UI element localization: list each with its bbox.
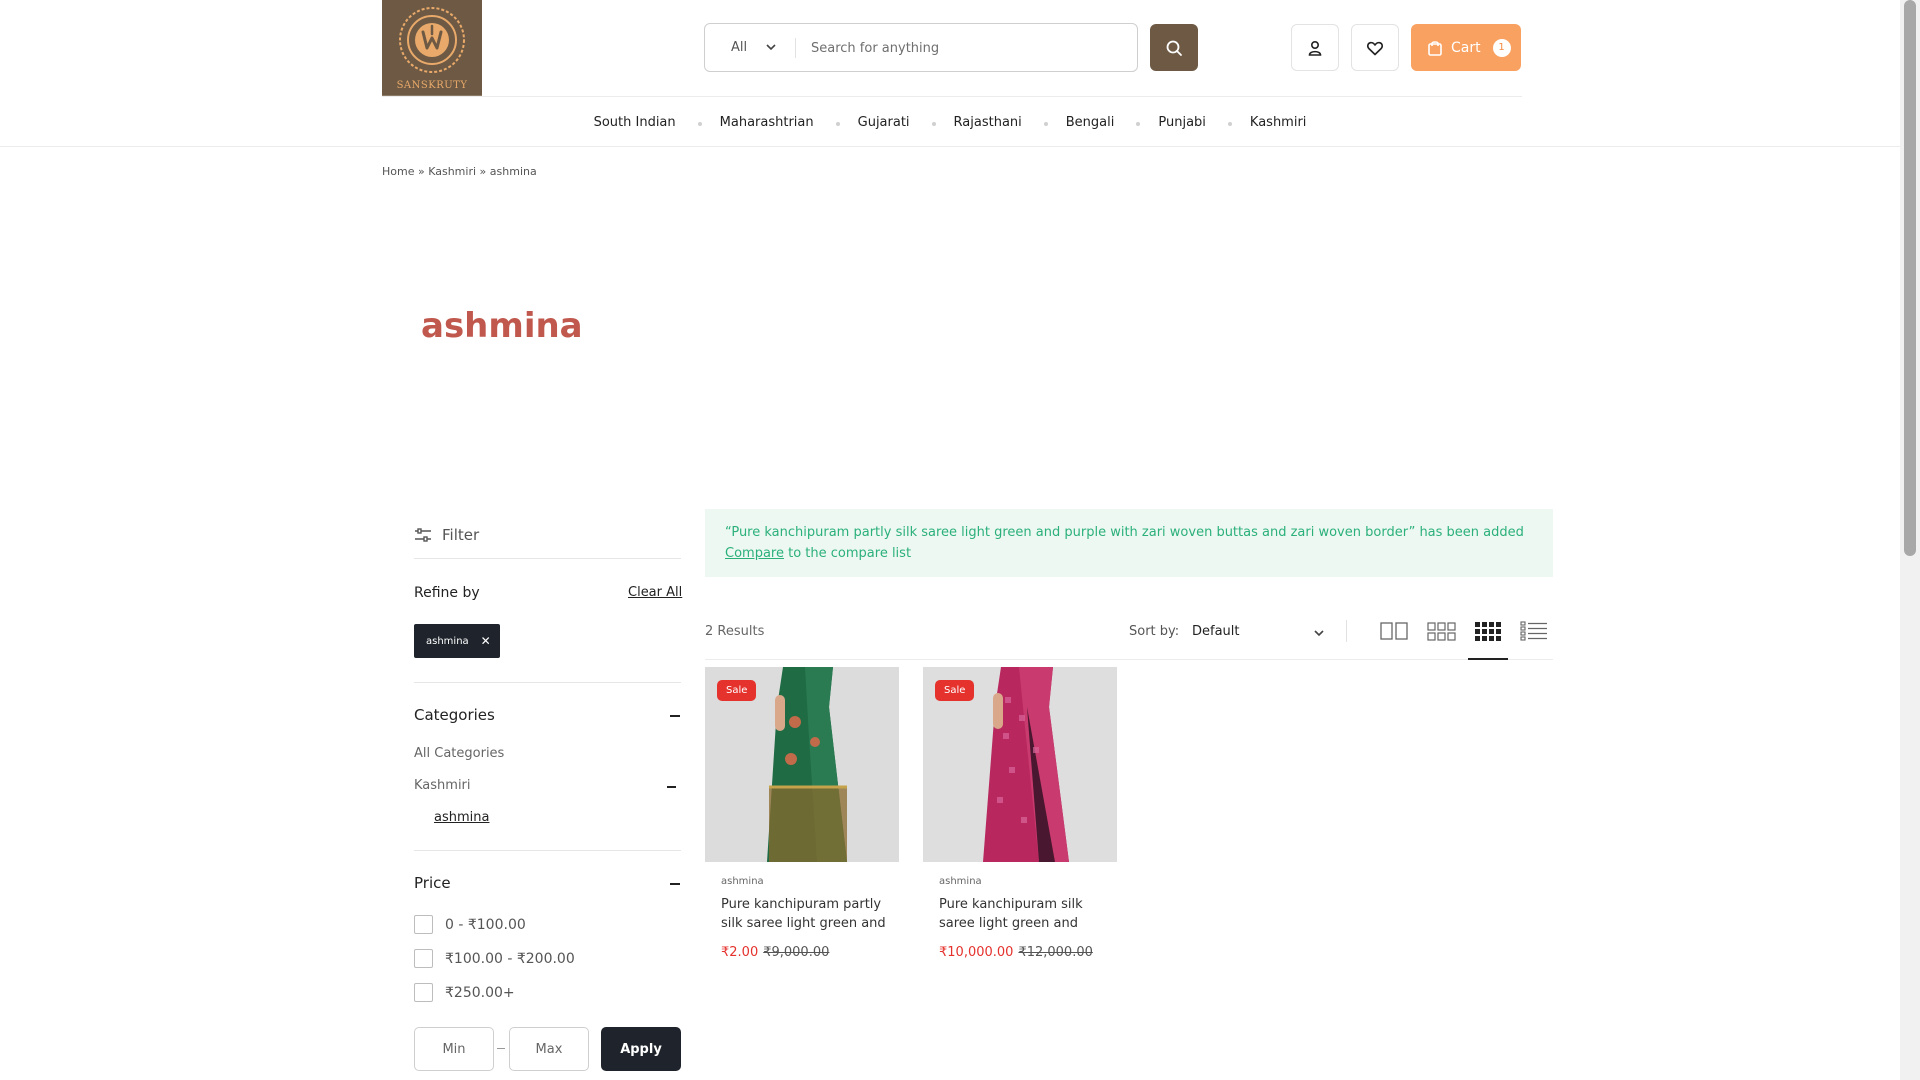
product-image[interactable]: Sale [923,667,1117,862]
breadcrumb-category[interactable]: Kashmiri [428,165,476,178]
notice-message: “Pure kanchipuram partly silk saree ligh… [725,525,1524,540]
checkbox[interactable] [414,983,433,1002]
heart-icon [1366,41,1384,55]
active-filter-label: ashmina [426,635,469,647]
brand-name: SANSKRUTY [396,80,468,91]
grid-3-icon[interactable] [1427,620,1457,642]
range-separator [497,1048,505,1049]
cart-count-badge: 1 [1492,38,1511,57]
search-icon [1166,40,1182,56]
clear-all-link[interactable]: Clear All [628,585,682,600]
breadcrumb-home[interactable]: Home [382,165,414,178]
logo-emblem-icon [399,7,465,73]
sort-select[interactable]: Default [1192,624,1240,639]
product-category[interactable]: ashmina [939,876,1117,887]
category-kashmiri[interactable]: Kashmiri [414,778,471,793]
product-price: ₹2.00 ₹9,000.00 [721,945,899,960]
product-card[interactable]: Sale ashmina Pure kanchipuram partly sil… [705,667,899,960]
nav-item-punjabi[interactable]: Punjabi [1136,115,1228,130]
regular-price: ₹12,000.00 [1018,945,1093,960]
nav-item-maharashtrian[interactable]: Maharashtrian [697,115,836,130]
sale-badge: Sale [935,680,975,701]
category-ashmina[interactable]: ashmina [434,810,489,825]
user-icon [1308,40,1322,56]
price-range-label: 0 - ₹100.00 [445,916,526,933]
price-range-option[interactable]: ₹250.00+ [414,983,515,1002]
price-range-option[interactable]: 0 - ₹100.00 [414,915,526,934]
nav-item-south-indian[interactable]: South Indian [572,115,698,130]
sale-price: ₹2.00 [721,945,759,960]
grid-4-icon[interactable] [1474,620,1502,642]
chevron-down-icon[interactable] [1313,627,1325,639]
cart-label: Cart [1451,39,1481,56]
nav-item-gujarati[interactable]: Gujarati [835,115,932,130]
nav-item-bengali[interactable]: Bengali [1043,115,1137,130]
close-icon[interactable]: ✕ [481,634,491,648]
refine-by-heading: Refine by [414,585,480,601]
search-button[interactable] [1150,24,1198,71]
sidebar-divider [414,682,681,683]
active-filter-tag[interactable]: ashmina ✕ [414,624,500,658]
checkbox[interactable] [414,949,433,968]
scrollbar-thumb[interactable] [1904,0,1916,556]
collapse-icon[interactable] [670,715,680,717]
sale-badge: Sale [717,680,757,701]
price-max-input[interactable] [509,1027,589,1071]
filter-toggle[interactable]: Filter [414,526,479,544]
page-title: ashmina [421,306,583,346]
sale-price: ₹10,000.00 [939,945,1014,960]
price-min-input[interactable] [414,1027,494,1071]
price-heading[interactable]: Price [414,874,451,892]
sort-label: Sort by: [1129,624,1180,639]
filter-divider [414,558,681,559]
price-range-label: ₹100.00 - ₹200.00 [445,950,575,967]
shopping-bag-icon [1428,41,1442,56]
breadcrumb-separator: » [414,165,429,178]
product-title[interactable]: Pure kanchipuram silk saree light green … [939,895,1109,933]
breadcrumb-current: ashmina [489,165,537,178]
product-image[interactable]: Sale [705,667,899,862]
nav-divider [0,146,1900,147]
search-input[interactable] [811,34,1111,62]
wishlist-button[interactable] [1351,24,1399,71]
price-range-option[interactable]: ₹100.00 - ₹200.00 [414,949,575,968]
sidebar-divider [414,850,681,851]
account-button[interactable] [1291,24,1339,71]
regular-price: ₹9,000.00 [763,945,830,960]
compare-notice: “Pure kanchipuram partly silk saree ligh… [705,509,1553,577]
apply-button[interactable]: Apply [601,1027,681,1071]
list-view-icon[interactable] [1520,620,1548,642]
search-divider [795,38,796,58]
toolbar-divider [705,659,1553,660]
product-card[interactable]: Sale ashmina Pure kanchipuram silk saree… [923,667,1117,960]
price-range-label: ₹250.00+ [445,984,515,1001]
brand-logo[interactable]: SANSKRUTY [382,0,482,97]
compare-link[interactable]: Compare [725,546,784,561]
filter-label: Filter [442,526,480,544]
sliders-icon [415,528,431,542]
categories-heading[interactable]: Categories [414,706,495,724]
chevron-down-icon [766,44,776,51]
nav-item-kashmiri[interactable]: Kashmiri [1227,115,1329,130]
search-category-select[interactable]: All [731,40,747,55]
search-bar: All [704,23,1138,72]
notice-suffix: to the compare list [788,546,912,561]
product-title[interactable]: Pure kanchipuram partly silk saree light… [721,895,891,933]
checkbox[interactable] [414,915,433,934]
cart-button[interactable]: Cart 1 [1411,24,1521,71]
collapse-icon[interactable] [667,786,676,788]
toolbar-divider [1346,620,1347,642]
product-category[interactable]: ashmina [721,876,899,887]
grid-2-icon[interactable] [1380,620,1408,642]
breadcrumb-separator: » [476,165,490,178]
nav-item-rajasthani[interactable]: Rajasthani [931,115,1044,130]
collapse-icon[interactable] [670,883,680,885]
category-all[interactable]: All Categories [414,746,504,761]
header-divider [382,96,1522,97]
breadcrumb: Home » Kashmiri » ashmina [382,165,537,178]
active-view-indicator [1468,658,1508,660]
product-price: ₹10,000.00 ₹12,000.00 [939,945,1117,960]
main-nav: South Indian Maharashtrian Gujarati Raja… [0,108,1900,136]
results-count: 2 Results [705,624,765,639]
